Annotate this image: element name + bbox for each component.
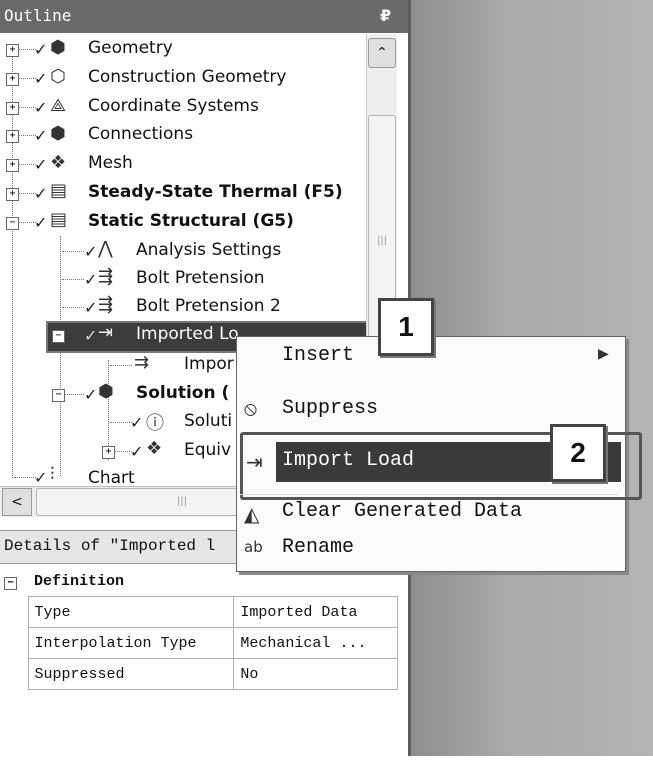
scroll-left-button[interactable]: < — [2, 488, 32, 516]
construction-geometry-icon: ⬡ — [50, 66, 66, 87]
check-icon: ✓ — [34, 213, 48, 232]
tree-item-label: Construction Geometry — [88, 67, 287, 87]
menu-item-suppress[interactable]: Suppress — [282, 397, 378, 420]
tree-item-mesh[interactable]: + ✓ ❖ Mesh — [0, 151, 366, 177]
callout-2: 2 — [550, 424, 606, 482]
tree-item-label: Connections — [88, 124, 194, 144]
check-icon: ✓ — [84, 298, 98, 317]
clear-data-icon: ◭ — [244, 502, 260, 526]
tree-item-label: Bolt Pretension — [136, 268, 265, 288]
tree-item-label: Geometry — [88, 38, 173, 58]
details-value[interactable]: Imported Data — [233, 596, 398, 628]
collapse-icon[interactable]: − — [6, 217, 19, 230]
tree-item-label: Solution ( — [136, 383, 230, 403]
check-icon: ✓ — [84, 326, 98, 345]
menu-separator — [240, 494, 618, 495]
solution-icon: ⬢ — [98, 381, 114, 402]
chart-icon: ⫶ — [50, 464, 55, 485]
table-row[interactable]: Type Imported Data — [2, 596, 398, 628]
tree-item-geometry[interactable]: + ✓ ⬢ Geometry — [0, 36, 366, 62]
tree-item-label: Analysis Settings — [136, 240, 282, 260]
tree-item-label: Bolt Pretension 2 — [136, 296, 281, 316]
table-row[interactable]: Interpolation Type Mechanical ... — [2, 627, 398, 659]
tree-item-analysis-settings[interactable]: ✓ ⋀ Analysis Settings — [0, 238, 366, 264]
collapse-icon[interactable]: − — [52, 330, 65, 343]
suppress-icon: ⦸ — [244, 396, 258, 420]
solution-info-icon: ⓘ — [146, 413, 164, 434]
tree-item-label: Steady-State Thermal (F5) — [88, 182, 343, 202]
structural-icon: ▤ — [50, 209, 68, 230]
rename-icon: ab — [244, 538, 263, 556]
tree-item-label: Soluti — [184, 411, 233, 431]
submenu-arrow-icon: ▶ — [598, 346, 609, 362]
expand-icon[interactable]: + — [6, 159, 19, 172]
details-value[interactable]: Mechanical ... — [233, 627, 398, 659]
check-icon: ✓ — [34, 155, 48, 174]
menu-item-rename[interactable]: Rename — [282, 536, 354, 559]
tree-item-connections[interactable]: + ✓ ⬢ Connections — [0, 122, 366, 148]
outline-title: Outline — [4, 6, 72, 25]
collapse-icon[interactable]: − — [4, 576, 17, 590]
check-icon: ✓ — [84, 270, 98, 289]
thermal-icon: ▤ — [50, 180, 68, 201]
tree-item-bolt-pretension-2[interactable]: ✓ ⇶ Bolt Pretension 2 — [0, 294, 366, 320]
tree-item-bolt-pretension[interactable]: ✓ ⇶ Bolt Pretension — [0, 266, 366, 292]
table-row[interactable]: Suppressed No — [2, 658, 398, 690]
connections-icon: ⬢ — [50, 123, 66, 144]
details-key: Suppressed — [27, 658, 235, 690]
tree-item-label: Imported Lo — [136, 324, 239, 344]
check-icon: ✓ — [34, 468, 48, 486]
expand-icon[interactable]: + — [6, 188, 19, 201]
mesh-icon: ❖ — [50, 152, 67, 173]
scroll-up-button[interactable]: ⌃ — [368, 38, 396, 68]
details-key: Type — [27, 596, 235, 628]
tree-item-coordinate-systems[interactable]: + ✓ ⟁ Coordinate Systems — [0, 94, 366, 120]
tree-item-label: Chart — [88, 468, 135, 486]
details-key: Interpolation Type — [27, 627, 235, 659]
analysis-settings-icon: ⋀ — [98, 238, 113, 259]
menu-item-clear-generated-data[interactable]: Clear Generated Data — [282, 500, 522, 523]
check-icon: ✓ — [34, 184, 48, 203]
imported-load-icon: ⇥ — [98, 322, 114, 343]
import-load-icon: ⇥ — [246, 450, 263, 474]
tree-item-steady-state-thermal[interactable]: + ✓ ▤ Steady-State Thermal (F5) — [0, 180, 366, 206]
details-table: − Definition Type Imported Data Interpol… — [2, 566, 398, 690]
tree-item-static-structural[interactable]: − ✓ ▤ Static Structural (G5) — [0, 209, 366, 235]
details-value[interactable]: No — [233, 658, 398, 690]
check-icon: ✓ — [130, 413, 144, 432]
tree-item-label: Static Structural (G5) — [88, 211, 294, 231]
tree-item-construction-geometry[interactable]: + ✓ ⬡ Construction Geometry — [0, 65, 366, 91]
geometry-icon: ⬢ — [50, 37, 66, 58]
check-icon: ✓ — [84, 242, 98, 261]
expand-icon[interactable]: + — [102, 446, 115, 459]
details-title: Details of "Imported l — [4, 537, 216, 555]
import-icon: ⇉ — [134, 352, 150, 373]
check-icon: ✓ — [34, 40, 48, 59]
coordinate-systems-icon: ⟁ — [50, 95, 67, 116]
check-icon: ✓ — [84, 385, 98, 404]
check-icon: ✓ — [130, 442, 144, 461]
tree-item-label: Impor — [184, 354, 234, 374]
equivalent-stress-icon: ❖ — [146, 438, 163, 459]
pin-icon[interactable]: ₽ — [380, 6, 391, 25]
menu-item-insert[interactable]: Insert — [282, 344, 354, 367]
tree-item-label: Coordinate Systems — [88, 96, 259, 116]
collapse-icon[interactable]: − — [52, 389, 65, 402]
expand-icon[interactable]: + — [6, 73, 19, 86]
expand-icon[interactable]: + — [6, 130, 19, 143]
check-icon: ✓ — [34, 126, 48, 145]
expand-icon[interactable]: + — [6, 102, 19, 115]
menu-item-import-load[interactable]: Import Load — [282, 449, 414, 472]
expand-icon[interactable]: + — [6, 44, 19, 57]
check-icon: ✓ — [34, 98, 48, 117]
tree-item-label: Equiv — [184, 440, 232, 460]
check-icon: ✓ — [34, 69, 48, 88]
callout-1: 1 — [378, 298, 434, 356]
bolt-pretension-icon: ⇶ — [98, 294, 114, 315]
bolt-pretension-icon: ⇶ — [98, 266, 114, 287]
tree-item-label: Mesh — [88, 153, 133, 173]
